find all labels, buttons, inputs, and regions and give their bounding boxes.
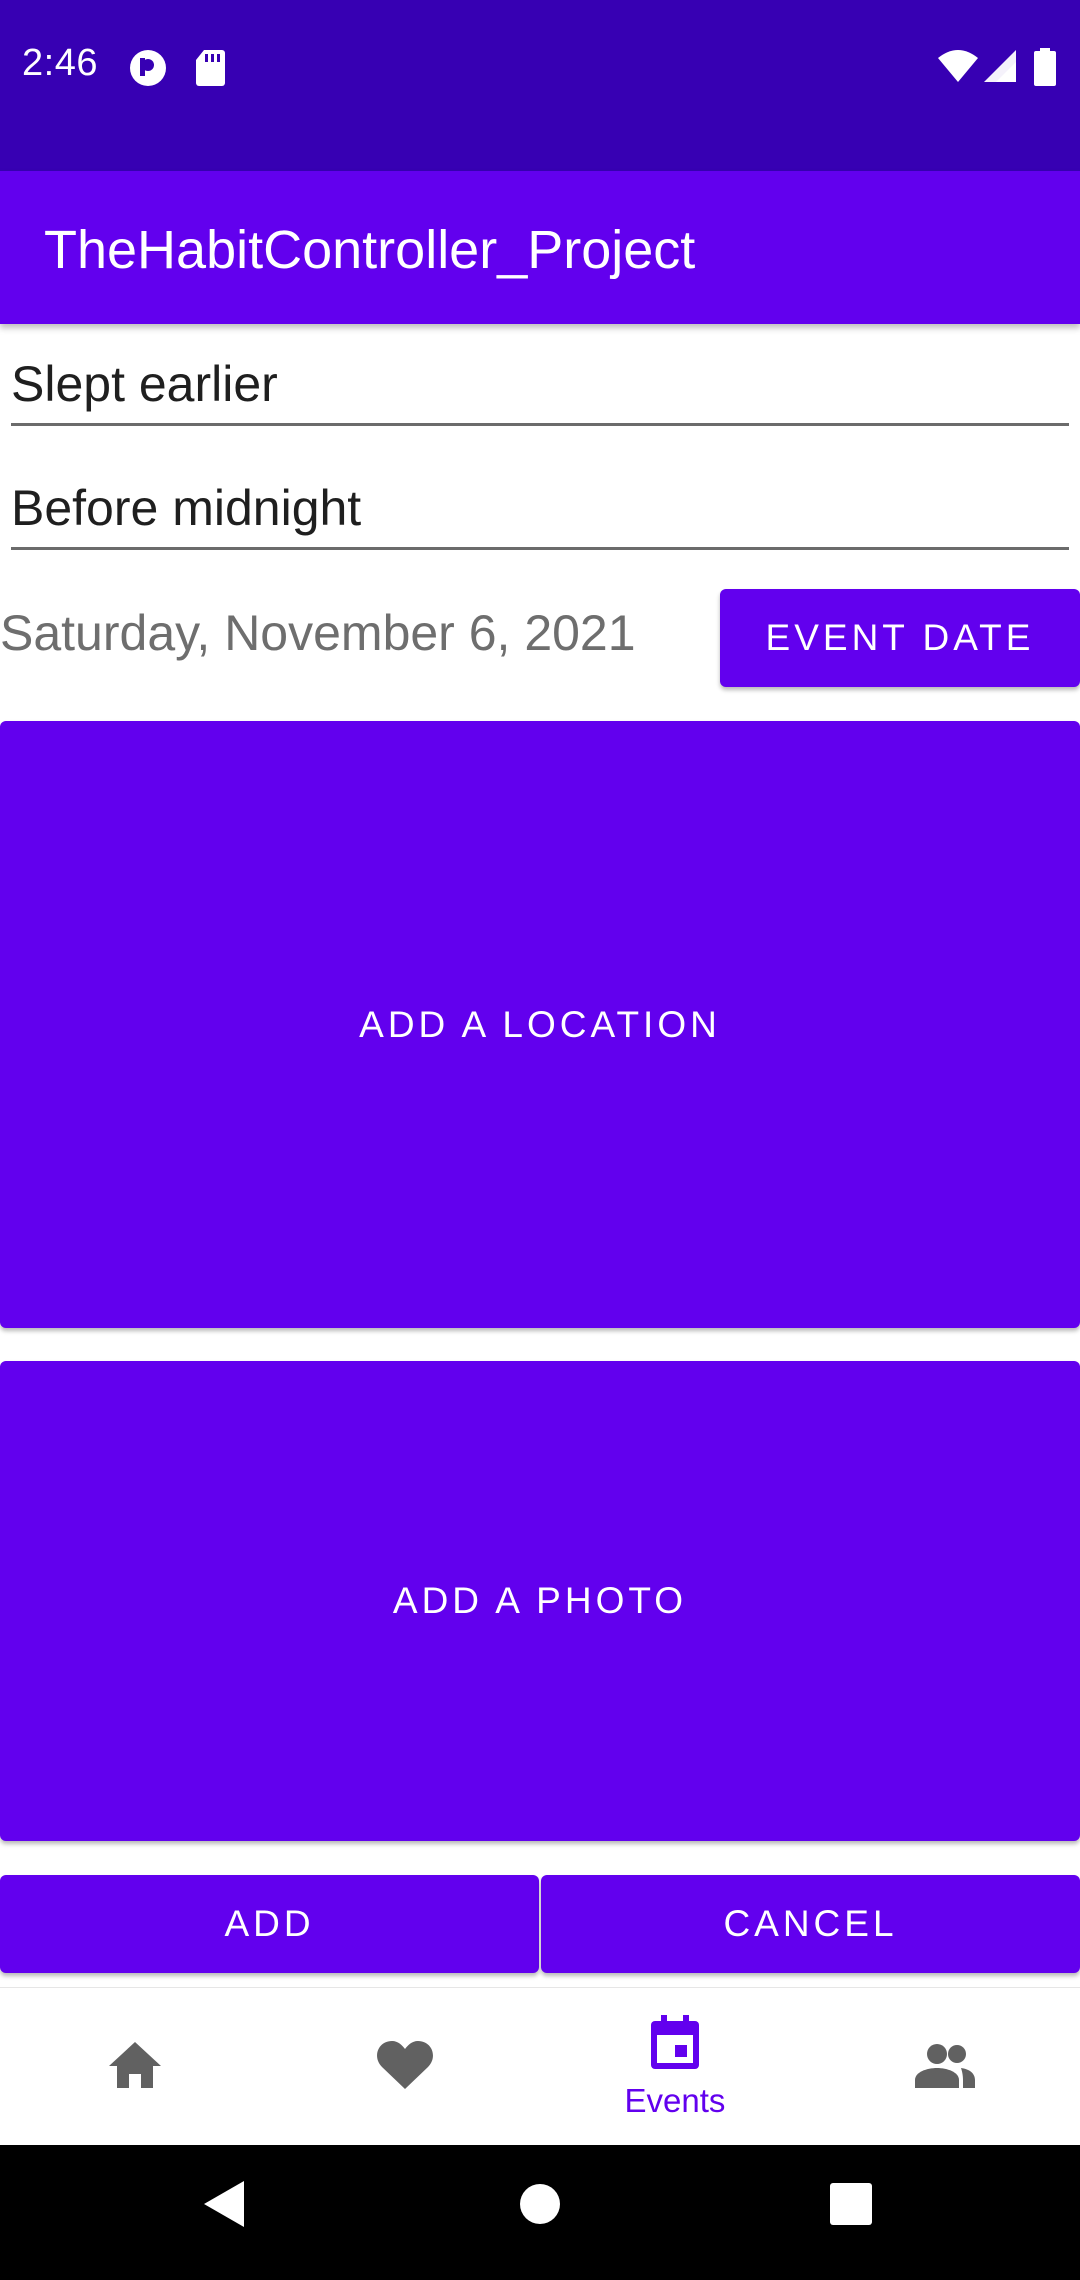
nav-item-habits[interactable] [270, 1988, 540, 2146]
wifi-icon [936, 48, 980, 89]
habit-title-field[interactable] [11, 336, 1069, 426]
nav-label-events: Events [624, 2081, 726, 2119]
event-date-button[interactable]: EVENT DATE [720, 589, 1080, 687]
cell-signal-icon [982, 48, 1018, 89]
home-button-icon[interactable] [517, 2179, 563, 2234]
nav-item-home[interactable] [0, 1988, 270, 2146]
add-location-button[interactable]: ADD A LOCATION [0, 721, 1080, 1328]
add-photo-button[interactable]: ADD A PHOTO [0, 1361, 1080, 1841]
app-bar: TheHabitController_Project [0, 171, 1080, 324]
app-title: TheHabitController_Project [44, 220, 696, 280]
home-icon [107, 2040, 163, 2095]
recents-icon[interactable] [828, 2179, 874, 2234]
battery-icon [1034, 48, 1056, 91]
status-bar: 2:46 [0, 0, 1080, 171]
calendar-icon [649, 2014, 701, 2076]
back-icon[interactable] [200, 2179, 248, 2234]
add-button[interactable]: ADD [0, 1875, 539, 1973]
habit-reason-input[interactable] [11, 479, 1069, 537]
sd-card-icon [194, 48, 226, 93]
nav-item-events[interactable]: Events [540, 1988, 810, 2146]
bottom-navigation: Events [0, 1987, 1080, 2145]
event-date-text: Saturday, November 6, 2021 [0, 605, 636, 661]
nav-item-friends[interactable] [810, 1988, 1080, 2146]
cancel-button[interactable]: CANCEL [541, 1875, 1080, 1973]
system-navigation-bar [0, 2145, 1080, 2280]
habit-reason-field[interactable] [11, 460, 1069, 550]
people-icon [913, 2042, 977, 2093]
habit-title-input[interactable] [11, 355, 1069, 413]
record-icon [128, 48, 168, 93]
status-time: 2:46 [22, 42, 98, 84]
heart-icon [376, 2039, 434, 2096]
